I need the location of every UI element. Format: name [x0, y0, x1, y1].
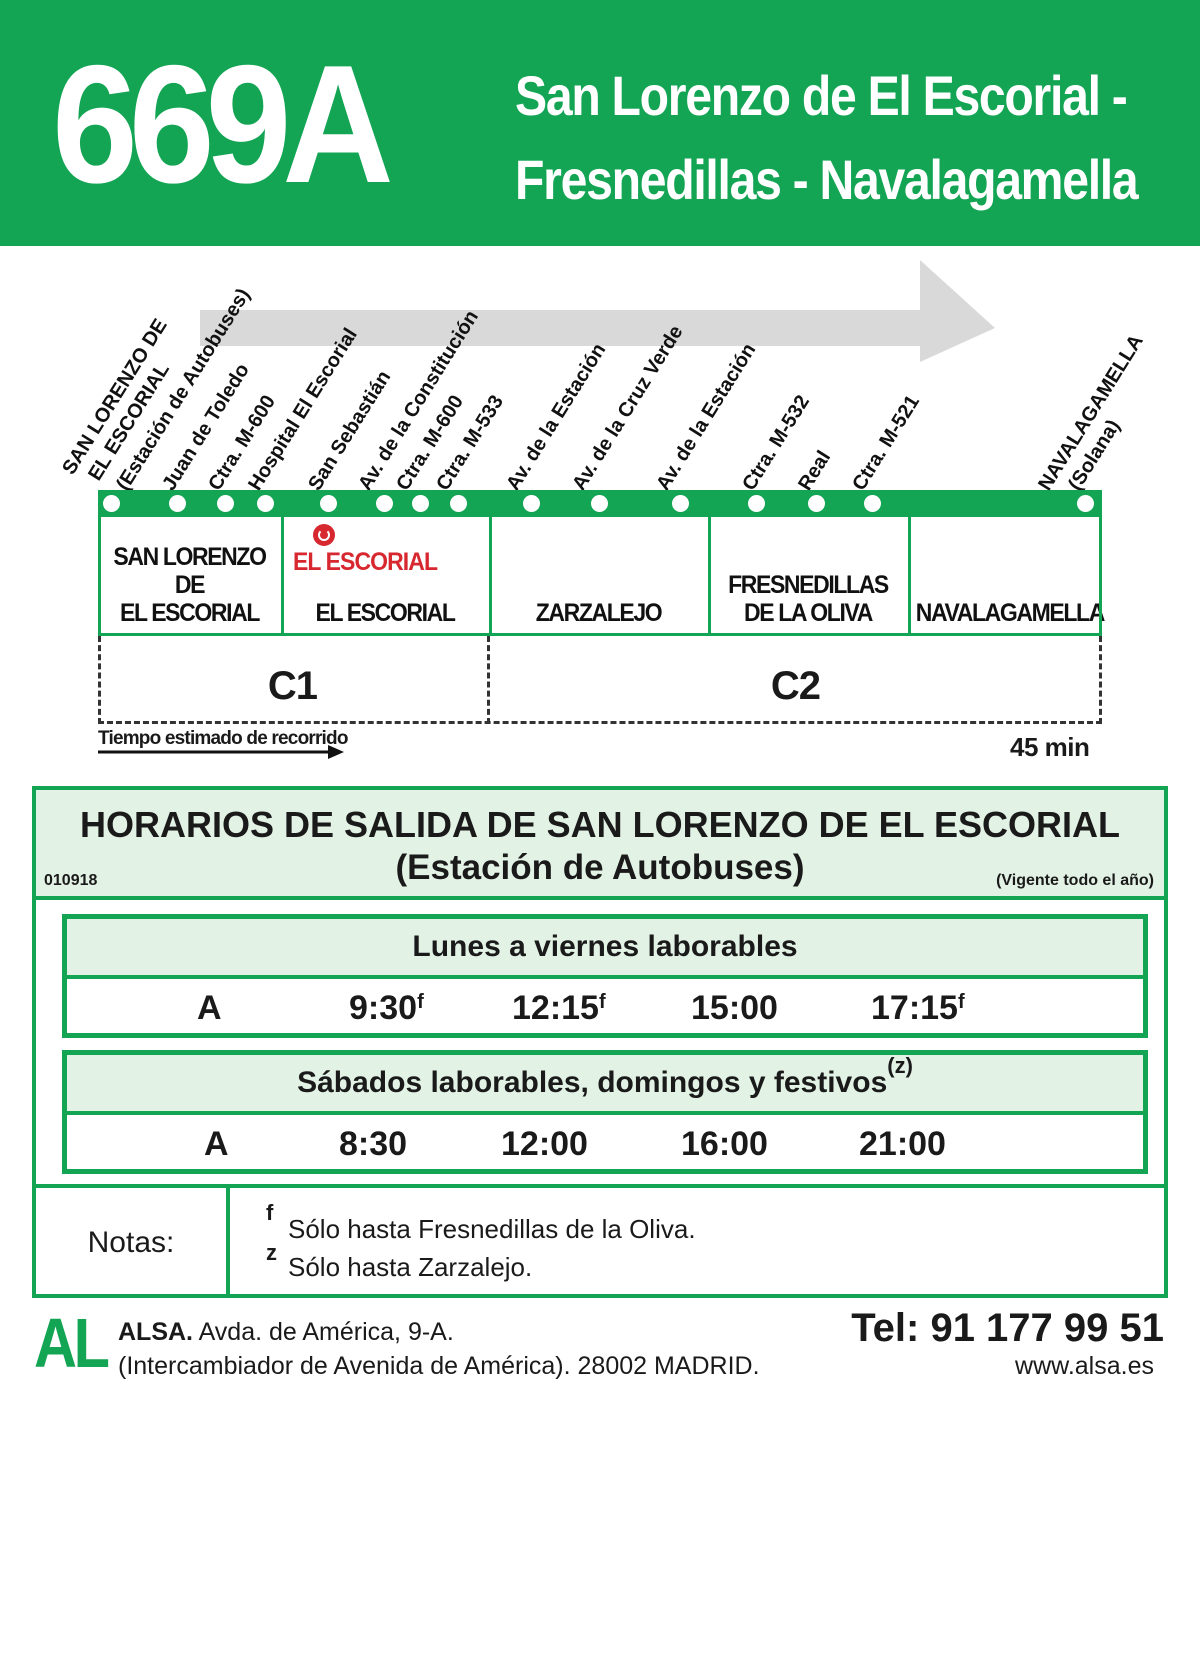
- stop-dot: [748, 495, 765, 512]
- route-header: 669A San Lorenzo de El Escorial - Fresne…: [0, 0, 1200, 246]
- departure-time: 17:15f: [871, 989, 965, 1027]
- stop-dot: [320, 495, 337, 512]
- zone-el-escorial-name: EL ESCORIAL: [315, 599, 455, 627]
- weekday-times-row: A 9:30f 12:15f 15:00 17:15f: [67, 979, 1143, 1035]
- rail-station-label: EL ESCORIAL: [293, 548, 438, 576]
- zone-san-lorenzo-line2: EL ESCORIAL: [119, 599, 260, 627]
- stop-dot: [523, 495, 540, 512]
- fare-zone-c1: C1: [267, 664, 318, 708]
- stop-dot: [376, 495, 393, 512]
- notes-section: Notas: f Sólo hasta Fresnedillas de la O…: [36, 1184, 1164, 1298]
- zone-fresnedillas-line1: FRESNEDILLAS: [728, 571, 889, 599]
- weekend-route: A: [204, 1125, 229, 1163]
- stop-dot: [257, 495, 274, 512]
- stop-dot: [103, 495, 120, 512]
- schedule-panel: HORARIOS DE SALIDA DE SAN LORENZO DE EL …: [32, 786, 1168, 1298]
- schedule-code: 010918: [44, 872, 98, 889]
- stop-dot: [672, 495, 689, 512]
- note-mark: z: [266, 1240, 277, 1265]
- notes-label: Notas:: [36, 1188, 230, 1298]
- weekend-times-row: A 8:30 12:00 16:00 21:00: [67, 1115, 1143, 1171]
- zone-navalagamella-name: NAVALAGAMELLA: [915, 599, 1106, 627]
- weekday-route: A: [197, 989, 222, 1027]
- weekend-heading: Sábados laborables, domingos y festivos: [297, 1066, 888, 1099]
- zone-san-lorenzo-line1: SAN LORENZO DE: [113, 543, 267, 599]
- stop-dot: [412, 495, 429, 512]
- stop-dot: [591, 495, 608, 512]
- weekday-heading: Lunes a viernes laborables: [67, 919, 1143, 979]
- stop-dot: [808, 495, 825, 512]
- schedule-validity: (Vigente todo el año): [996, 872, 1154, 889]
- stop-dot: [450, 495, 467, 512]
- fare-zone-c2: C2: [770, 664, 821, 708]
- stop-label: Ctra. M-521: [848, 391, 924, 495]
- note-mark: f: [598, 991, 606, 1013]
- departure-time: 12:00: [501, 1125, 588, 1163]
- note-text: Sólo hasta Fresnedillas de la Oliva.: [288, 1214, 696, 1244]
- note-text: Sólo hasta Zarzalejo.: [288, 1252, 533, 1282]
- zone-san-lorenzo: SAN LORENZO DE EL ESCORIAL: [98, 514, 284, 633]
- departure-time: 12:15f: [512, 989, 606, 1027]
- website-link[interactable]: www.alsa.es: [1015, 1352, 1154, 1381]
- route-name-line1: San Lorenzo de El Escorial -: [515, 64, 1128, 127]
- stop-dot: [217, 495, 234, 512]
- stop-dot: [864, 495, 881, 512]
- company-address: Avda. de América, 9-A.: [193, 1318, 454, 1346]
- zone-zarzalejo: ZARZALEJO: [489, 514, 711, 633]
- stop-dot: [169, 495, 186, 512]
- zone-zarzalejo-name: ZARZALEJO: [535, 599, 663, 627]
- company-address-line1: ALSA. Avda. de América, 9-A.: [118, 1318, 454, 1347]
- note-mark: f: [266, 1200, 274, 1225]
- note-mark: f: [417, 991, 424, 1013]
- zone-fresnedillas: FRESNEDILLAS DE LA OLIVA: [708, 514, 911, 633]
- schedule-title: HORARIOS DE SALIDA DE SAN LORENZO DE EL …: [79, 804, 1121, 845]
- weekend-schedule: Sábados laborables, domingos y festivos(…: [62, 1050, 1148, 1174]
- weekend-heading-mark: (z): [887, 1053, 913, 1078]
- departure-time: 8:30: [339, 1125, 408, 1163]
- zone-navalagamella: NAVALAGAMELLA: [908, 514, 1106, 633]
- schedule-header: HORARIOS DE SALIDA DE SAN LORENZO DE EL …: [36, 790, 1164, 900]
- schedule-subtitle: (Estación de Autobuses): [395, 848, 805, 887]
- zone-el-escorial: EL ESCORIAL EL ESCORIAL: [281, 514, 492, 633]
- zone-fresnedillas-line2: DE LA OLIVA: [744, 599, 873, 627]
- rail-station-icon: [313, 524, 335, 546]
- note-mark: f: [957, 991, 965, 1013]
- departure-time: 15:00: [691, 989, 778, 1027]
- route-number: 669A: [52, 30, 394, 218]
- stop-dot: [1077, 495, 1094, 512]
- departure-time: 21:00: [859, 1125, 946, 1163]
- company-address-line2: (Intercambiador de Avenida de América). …: [118, 1352, 760, 1380]
- alsa-logo: AL: [34, 1304, 110, 1382]
- phone-number: Tel: 91 177 99 51: [851, 1306, 1164, 1350]
- travel-time-value: 45 min: [1010, 732, 1090, 762]
- route-name-line2: Fresnedillas - Navalagamella: [515, 148, 1139, 211]
- stop-label: Real: [794, 447, 836, 495]
- company-name: ALSA.: [118, 1318, 193, 1346]
- weekday-schedule: Lunes a viernes laborables A 9:30f 12:15…: [62, 914, 1148, 1038]
- departure-time: 9:30f: [349, 989, 424, 1027]
- departure-time: 16:00: [681, 1125, 768, 1163]
- travel-time-arrow: [98, 745, 344, 759]
